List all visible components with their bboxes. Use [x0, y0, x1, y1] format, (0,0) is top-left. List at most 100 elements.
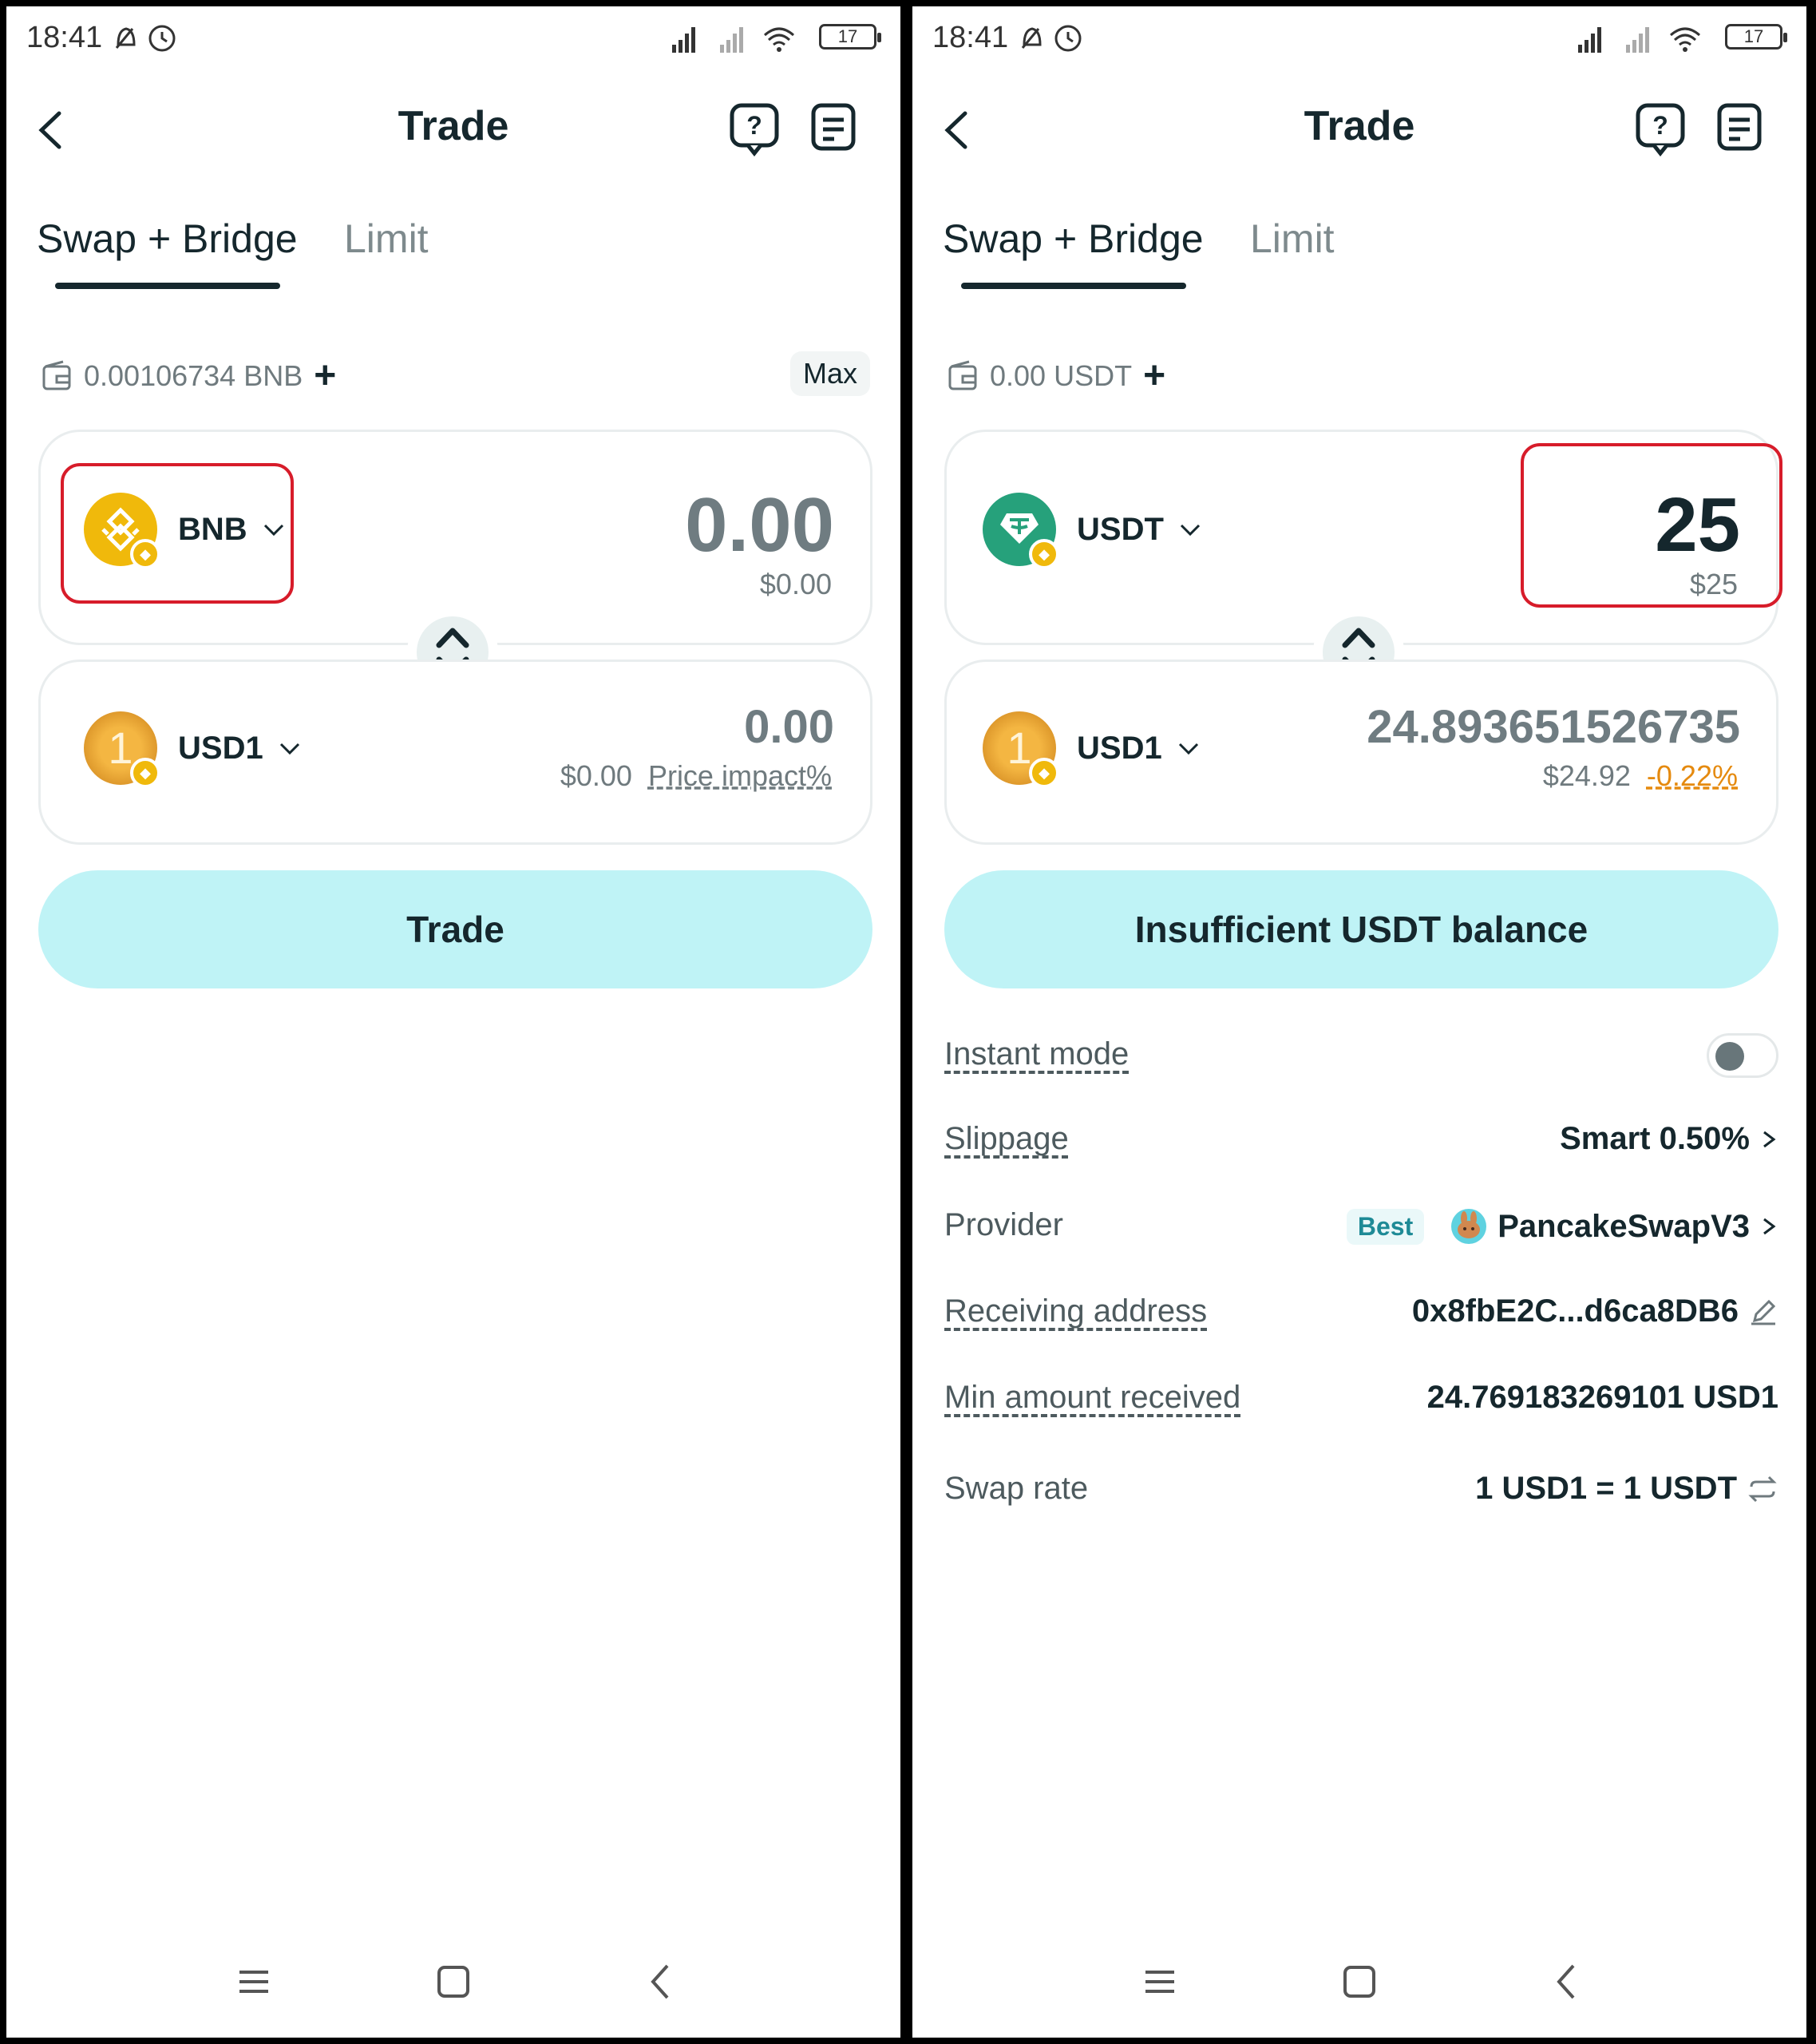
edit-icon[interactable]: [1748, 1297, 1778, 1327]
pancakeswap-icon: [1451, 1209, 1487, 1244]
toggle-knob: [1715, 1042, 1744, 1071]
best-badge: Best: [1346, 1208, 1425, 1245]
swap-rate-label: Swap rate: [944, 1471, 1089, 1506]
receiving-address-row: Receiving address 0x8fbE2C...d6ca8DB6: [944, 1293, 1778, 1349]
to-usd-value: $0.00: [560, 759, 632, 792]
chevron-right-icon: [1763, 1218, 1776, 1235]
min-amount-row: Min amount received 24.769183269101 USD1: [944, 1380, 1778, 1436]
receiving-address-label[interactable]: Receiving address: [944, 1293, 1207, 1329]
slippage-value: Smart 0.50%: [1560, 1121, 1750, 1156]
tab-limit[interactable]: Limit: [344, 216, 429, 262]
to-card: 1 ◆ USD1 24.893651526735 $24.92 -0.22%: [944, 660, 1778, 845]
trade-button[interactable]: Trade: [38, 870, 872, 988]
from-token-selector[interactable]: ◆ USDT: [983, 493, 1202, 569]
from-usd-value: $0.00: [759, 568, 832, 600]
to-amount: 24.893651526735: [1367, 701, 1740, 753]
slippage-label[interactable]: Slippage: [944, 1121, 1069, 1157]
active-tab-indicator: [55, 283, 280, 289]
chevron-right-icon: [1763, 1131, 1776, 1147]
provider-label: Provider: [944, 1207, 1063, 1242]
usdt-coin-icon: ◆: [983, 493, 1059, 569]
svg-text:?: ?: [1652, 111, 1668, 140]
instant-mode-toggle[interactable]: [1707, 1033, 1778, 1078]
to-token-name: USD1: [1077, 730, 1162, 766]
provider-value: PancakeSwapV3: [1498, 1208, 1750, 1244]
battery-icon: 17: [819, 24, 881, 50]
to-card: 1 ◆ USD1 0.00 $0.00 Price impact%: [38, 660, 872, 845]
wallet-balance: 0.00106734 BNB +: [41, 357, 336, 395]
highlight-box: [1521, 443, 1782, 608]
balance-text: 0.00106734 BNB: [84, 359, 303, 392]
to-token-selector[interactable]: 1 ◆ USD1: [84, 711, 302, 788]
from-amount[interactable]: 0.00: [685, 481, 834, 569]
to-usd-value: $24.92: [1542, 759, 1631, 792]
receiving-address-group[interactable]: 0x8fbE2C...d6ca8DB6: [1412, 1293, 1778, 1329]
provider-row[interactable]: Provider Best PancakeSwapV3: [944, 1207, 1778, 1263]
chain-badge-icon: ◆: [130, 758, 160, 788]
history-icon[interactable]: [810, 101, 857, 153]
chain-badge-icon: ◆: [1029, 539, 1059, 569]
tab-swap-bridge[interactable]: Swap + Bridge: [943, 216, 1204, 262]
menu-icon[interactable]: [230, 1958, 278, 2006]
swap-rate-row: Swap rate 1 USD1 = 1 USDT: [944, 1471, 1778, 1527]
highlight-box: [61, 463, 294, 604]
wallet-icon: [42, 360, 71, 390]
chain-badge-icon: ◆: [1029, 758, 1059, 788]
plus-icon[interactable]: +: [1143, 357, 1165, 395]
right-screen: 18:41 17 Trade ? Swap + Bridge Limit 0.0…: [912, 6, 1806, 2038]
battery-icon: 17: [1725, 24, 1787, 50]
history-icon[interactable]: [1716, 101, 1763, 153]
from-token-name: USDT: [1077, 511, 1164, 547]
plus-icon[interactable]: +: [314, 357, 336, 395]
signal-wifi-icon: [1578, 27, 1700, 53]
to-amount: 0.00: [744, 701, 834, 753]
help-icon[interactable]: ?: [1635, 101, 1686, 156]
mute-alarm-icon: [1021, 25, 1082, 52]
help-icon[interactable]: ?: [729, 101, 780, 156]
chevron-down-icon: [1180, 524, 1200, 537]
min-amount-label[interactable]: Min amount received: [944, 1380, 1240, 1416]
swap-rate-value: 1 USD1 = 1 USDT: [1475, 1471, 1737, 1506]
signal-wifi-icon: [672, 27, 794, 53]
usd1-coin-icon: 1 ◆: [983, 711, 1059, 788]
status-bar: 18:41 17: [912, 6, 1806, 70]
max-button[interactable]: Max: [790, 351, 870, 396]
to-usd-line: $0.00 Price impact%: [560, 759, 832, 793]
menu-icon[interactable]: [1136, 1958, 1184, 2006]
active-tab-indicator: [961, 283, 1186, 289]
min-amount-value: 24.769183269101 USD1: [1426, 1380, 1778, 1415]
price-impact[interactable]: -0.22%: [1647, 759, 1738, 792]
tab-limit[interactable]: Limit: [1250, 216, 1335, 262]
refresh-icon[interactable]: [1747, 1474, 1778, 1504]
insufficient-balance-button[interactable]: Insufficient USDT balance: [944, 870, 1778, 988]
chevron-down-icon: [1178, 743, 1198, 755]
nav-back-icon[interactable]: [637, 1958, 685, 2006]
chevron-down-icon: [279, 743, 299, 755]
to-usd-line: $24.92 -0.22%: [1543, 759, 1738, 793]
tab-swap-bridge[interactable]: Swap + Bridge: [37, 216, 298, 262]
wallet-icon: [948, 360, 977, 390]
slippage-row[interactable]: Slippage Smart 0.50%: [944, 1121, 1778, 1177]
mute-alarm-icon: [115, 25, 176, 52]
left-screen: 18:41 17 Trade ? Swap + Bridge Limit 0.0…: [6, 6, 900, 2038]
status-time: 18:41: [26, 21, 103, 54]
system-nav-bar: [912, 1950, 1806, 2014]
system-nav-bar: [6, 1950, 900, 2014]
svg-text:?: ?: [746, 111, 762, 140]
receiving-address-value: 0x8fbE2C...d6ca8DB6: [1411, 1293, 1739, 1329]
to-token-selector[interactable]: 1 ◆ USD1: [983, 711, 1201, 788]
balance-text: 0.00 USDT: [990, 359, 1133, 392]
instant-mode-label[interactable]: Instant mode: [944, 1036, 1129, 1072]
home-icon[interactable]: [429, 1958, 477, 2006]
status-bar: 18:41 17: [6, 6, 900, 70]
price-impact[interactable]: Price impact%: [648, 759, 832, 792]
home-icon[interactable]: [1335, 1958, 1383, 2006]
slippage-value-group[interactable]: Smart 0.50%: [1560, 1121, 1778, 1157]
nav-back-icon[interactable]: [1543, 1958, 1591, 2006]
provider-value-group[interactable]: Best PancakeSwapV3: [1346, 1207, 1778, 1246]
wallet-balance: 0.00 USDT +: [947, 357, 1165, 395]
instant-mode-row: Instant mode: [944, 1033, 1778, 1092]
swap-rate-group[interactable]: 1 USD1 = 1 USDT: [1475, 1471, 1778, 1507]
status-time: 18:41: [932, 21, 1009, 54]
usd1-coin-icon: 1 ◆: [84, 711, 160, 788]
